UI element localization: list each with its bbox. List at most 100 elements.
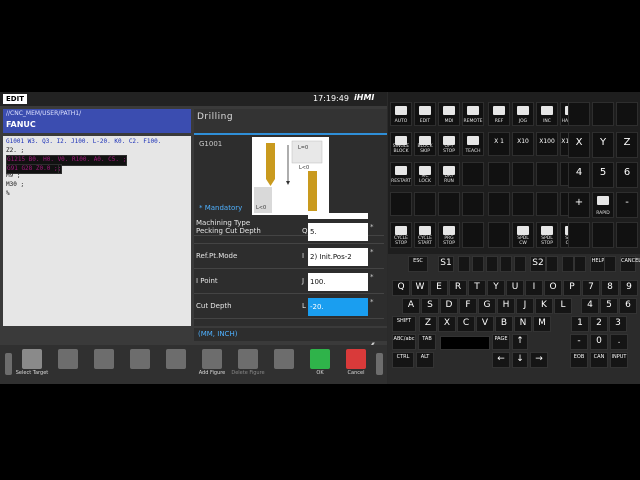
can-key[interactable]: CAN <box>590 352 608 368</box>
key-0[interactable]: 0 <box>590 334 608 350</box>
blank-key[interactable] <box>568 102 590 126</box>
axis-5-key[interactable]: 5 <box>592 162 614 188</box>
prg-stop-key[interactable]: PRG STOP <box>438 222 460 248</box>
blank-key[interactable] <box>536 192 558 216</box>
single-block-key[interactable]: SINGLE BLOCK <box>390 132 412 156</box>
arrow-left-key[interactable]: ← <box>492 352 510 368</box>
toolbar-icon[interactable] <box>472 256 484 272</box>
mdi-key[interactable]: MDI <box>438 102 460 126</box>
key-u[interactable]: U <box>506 280 524 296</box>
blank-key[interactable] <box>536 162 558 186</box>
auto-key[interactable]: AUTO <box>390 102 412 126</box>
key-h[interactable]: H <box>497 298 515 314</box>
axis-y-key[interactable]: Y <box>592 132 614 158</box>
program-editor[interactable]: G1001 W3. Q3. I2. J100. L-20. K0. C2. F1… <box>3 136 191 326</box>
program-line[interactable]: G1001 W3. Q3. I2. J100. L-20. K0. C2. F1… <box>6 138 191 147</box>
cycle-stop-key[interactable]: CYCLE STOP <box>390 222 412 248</box>
blank-key[interactable] <box>512 192 534 216</box>
program-line[interactable]: Z2. ; <box>6 147 191 156</box>
cycle-start-key[interactable]: CYCLE START <box>414 222 436 248</box>
x100-key[interactable]: X100 <box>536 132 558 156</box>
key-minus[interactable]: - <box>570 334 588 350</box>
alt-key[interactable]: ALT <box>416 352 434 368</box>
dry-run-key[interactable]: DRY RUN <box>438 162 460 186</box>
softkey-blank-button[interactable] <box>274 349 294 369</box>
axis-minus-key[interactable]: - <box>616 192 638 218</box>
blank-key[interactable] <box>438 192 460 216</box>
blank-key[interactable] <box>616 222 638 248</box>
arrow-up-key[interactable]: ↑ <box>512 334 528 350</box>
blank-key[interactable] <box>488 192 510 216</box>
axis-z-key[interactable]: Z <box>616 132 638 158</box>
arrow-down-key[interactable]: ↓ <box>512 352 528 368</box>
toolbar-icon[interactable] <box>562 256 574 272</box>
spdl-cw-key[interactable]: SPDL CW <box>512 222 534 248</box>
key-5[interactable]: 5 <box>600 298 618 314</box>
axis-6-key[interactable]: 6 <box>616 162 638 188</box>
key-o[interactable]: O <box>544 280 562 296</box>
toolbar-icon[interactable] <box>604 256 616 272</box>
cancel-key[interactable]: CANCEL <box>620 256 640 272</box>
key-shift[interactable]: SHIFT <box>392 316 416 332</box>
field-row-ref-pt-mode[interactable]: Ref.Pt.Mode I 2) Init.Pos-2 * <box>194 246 384 269</box>
key-1[interactable]: 1 <box>571 316 589 332</box>
field-row-cut-depth[interactable]: Cut Depth L -20. * <box>194 296 384 319</box>
blank-key[interactable] <box>414 192 436 216</box>
x10-key[interactable]: X10 <box>512 132 534 156</box>
delete-figure-button[interactable] <box>238 349 258 369</box>
axis-rapid-key[interactable]: RAPID <box>592 192 614 218</box>
field-row-i-point[interactable]: I Point J 100. * <box>194 271 384 294</box>
field-row-pecking-cut-depth[interactable]: Pecking Cut Depth Q 5. * <box>194 221 384 244</box>
remote-key[interactable]: REMOTE <box>462 102 484 126</box>
spdl-stop-key[interactable]: SPDL STOP <box>536 222 558 248</box>
eob-key[interactable]: EOB <box>570 352 588 368</box>
x-1-key[interactable]: X 1 <box>488 132 510 156</box>
key-g[interactable]: G <box>478 298 496 314</box>
key-w[interactable]: W <box>411 280 429 296</box>
page-up-key[interactable]: PAGE <box>492 334 510 350</box>
blank-key[interactable] <box>488 222 510 248</box>
blank-key[interactable] <box>512 162 534 186</box>
key-p[interactable]: P <box>563 280 581 296</box>
key-y[interactable]: Y <box>487 280 505 296</box>
key-x[interactable]: X <box>438 316 456 332</box>
softkey-next-button[interactable] <box>376 353 383 375</box>
esc-key[interactable]: ESC <box>408 256 428 272</box>
toolbar-icon[interactable] <box>574 256 586 272</box>
key-d[interactable]: D <box>440 298 458 314</box>
axis-4-key[interactable]: 4 <box>568 162 590 188</box>
space-key[interactable] <box>440 336 490 350</box>
mc-lock-key[interactable]: MC LOCK <box>414 162 436 186</box>
key-2[interactable]: 2 <box>590 316 608 332</box>
arrow-right-key[interactable]: → <box>530 352 548 368</box>
input-key[interactable]: INPUT <box>610 352 628 368</box>
key-q[interactable]: Q <box>392 280 410 296</box>
key-n[interactable]: N <box>514 316 532 332</box>
key-f[interactable]: F <box>459 298 477 314</box>
key-l[interactable]: L <box>554 298 572 314</box>
tab-key[interactable]: TAB <box>418 334 436 350</box>
key-c[interactable]: C <box>457 316 475 332</box>
key-4[interactable]: 4 <box>581 298 599 314</box>
toolbar-icon[interactable] <box>514 256 526 272</box>
key-i[interactable]: I <box>525 280 543 296</box>
teach-key[interactable]: TEACH <box>462 132 484 156</box>
key-3[interactable]: 3 <box>609 316 627 332</box>
key-8[interactable]: 8 <box>601 280 619 296</box>
field-value[interactable]: 5. <box>308 223 368 241</box>
ctrl-key[interactable]: CTRL <box>392 352 414 368</box>
toolbar-icon[interactable] <box>458 256 470 272</box>
softkey-blank-button[interactable] <box>58 349 78 369</box>
blank-key[interactable] <box>462 162 484 186</box>
jog-key[interactable]: JOG <box>512 102 534 126</box>
s2-key[interactable]: S2 <box>530 256 546 272</box>
blank-key[interactable] <box>616 102 638 126</box>
add-figure-button[interactable] <box>202 349 222 369</box>
field-value-select[interactable]: 2) Init.Pos-2 <box>308 248 368 266</box>
key-e[interactable]: E <box>430 280 448 296</box>
key-k[interactable]: K <box>535 298 553 314</box>
blank-key[interactable] <box>462 222 484 248</box>
softkey-blank-button[interactable] <box>166 349 186 369</box>
ref-key[interactable]: REF <box>488 102 510 126</box>
key-b[interactable]: B <box>495 316 513 332</box>
